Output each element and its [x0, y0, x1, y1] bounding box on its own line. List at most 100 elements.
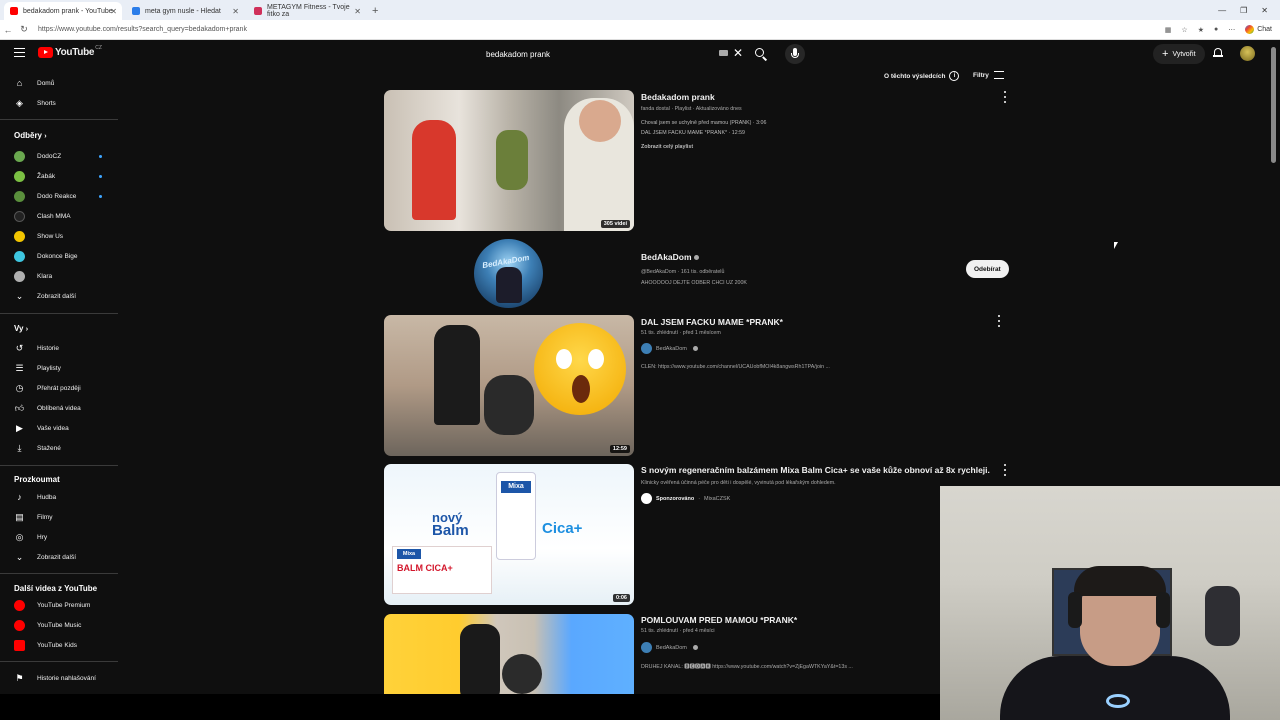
- sidebar-item-report-history[interactable]: ⚑ Historie nahlašování: [14, 668, 110, 688]
- url-field[interactable]: https://www.youtube.com/results?search_q…: [38, 26, 247, 33]
- profile-icon[interactable]: ●: [1214, 26, 1218, 33]
- sidebar-show-more[interactable]: ⌄ Zobrazit další: [14, 286, 110, 306]
- video-title[interactable]: DAL JSEM FACKU MAME *PRANK*: [641, 317, 783, 327]
- page-scrollbar[interactable]: [1271, 47, 1276, 163]
- playlist-thumbnail[interactable]: 305 videí: [384, 90, 634, 231]
- about-results-button[interactable]: O těchto výsledcích i: [884, 71, 960, 81]
- browser-tab-metagym[interactable]: METAGYM Fitness - Tvoje fitko za ✕: [248, 2, 366, 20]
- channel-avatar: [641, 343, 652, 354]
- search-input[interactable]: [478, 49, 708, 59]
- sidebar-sub-zabak[interactable]: Žabák: [14, 166, 110, 186]
- subscribe-button[interactable]: Odebírat: [966, 260, 1009, 278]
- sidebar-item-history[interactable]: ↺ Historie: [14, 338, 110, 358]
- sidebar-sub-dodo-reakce[interactable]: Dodo Reakce: [14, 186, 110, 206]
- sidebar-item-label: Vaše videa: [37, 424, 69, 432]
- sidebar-sub-klara[interactable]: Klara: [14, 266, 110, 286]
- clear-search-icon[interactable]: ✕: [733, 46, 743, 60]
- new-tab-button[interactable]: +: [372, 2, 378, 20]
- filters-button[interactable]: Filtry: [973, 71, 1004, 79]
- close-window-icon[interactable]: ✕: [1261, 6, 1268, 15]
- sidebar-item-music-app[interactable]: YouTube Music: [14, 615, 110, 635]
- bell-base: [1213, 55, 1223, 57]
- sidebar-sub-clash-mma[interactable]: Clash MMA: [14, 206, 110, 226]
- reload-icon[interactable]: ↻: [16, 24, 32, 35]
- tab-title: meta gym nusle - Hledat: [145, 7, 221, 15]
- browser-tab-search[interactable]: meta gym nusle - Hledat ✕: [126, 2, 244, 20]
- video-channel[interactable]: BedAkaDom: [641, 642, 698, 653]
- keyboard-icon[interactable]: [719, 50, 728, 56]
- more-menu-icon[interactable]: ⋯: [1228, 26, 1235, 34]
- you-header[interactable]: Vy ›: [14, 324, 28, 333]
- subscriptions-header[interactable]: Odběry ›: [14, 131, 47, 140]
- sidebar-item-shorts[interactable]: ◈ Shorts: [14, 93, 110, 113]
- video-channel[interactable]: BedAkaDom: [641, 343, 698, 354]
- close-tab-icon[interactable]: ✕: [354, 7, 361, 16]
- sidebar-item-label: Domů: [37, 79, 55, 87]
- verified-icon: [692, 346, 698, 351]
- video-thumbnail[interactable]: 12:59: [384, 315, 634, 456]
- browser-tab-youtube[interactable]: bedakadom prank - YouTube ✕: [4, 2, 122, 20]
- channel-name: DodoCZ: [37, 152, 62, 160]
- microphone-stand: [791, 53, 799, 58]
- copilot-chat-button[interactable]: Chat: [1245, 25, 1272, 34]
- account-avatar[interactable]: [1240, 46, 1255, 61]
- youtube-logo[interactable]: YouTube CZ: [38, 45, 102, 58]
- channel-avatar-large[interactable]: BedAkaDom: [474, 239, 543, 308]
- apps-icon[interactable]: ▦: [1165, 26, 1172, 34]
- menu-icon[interactable]: [14, 48, 25, 57]
- sidebar-item-kids[interactable]: YouTube Kids: [14, 635, 110, 655]
- masthead: YouTube CZ ✕ + Vytvořit: [0, 41, 1280, 67]
- sidebar-sub-show-us[interactable]: Show Us: [14, 226, 110, 246]
- new-content-dot: [99, 194, 102, 198]
- sidebar-item-downloads[interactable]: ⤓ Stažené: [14, 438, 110, 458]
- ad-sponsor[interactable]: Sponzorováno · MixaCZSK: [641, 493, 730, 504]
- sidebar-sub-dodocz[interactable]: DodoCZ: [14, 146, 110, 166]
- sidebar-sub-dokonce-bige[interactable]: Dokonce Bige: [14, 246, 110, 266]
- sidebar-item-your-videos[interactable]: ▶ Vaše videa: [14, 418, 110, 438]
- video-title[interactable]: POMLOUVAM PRED MAMOU *PRANK*: [641, 615, 797, 625]
- ad-text-balm: Balm: [432, 522, 469, 539]
- history-icon: ↺: [15, 342, 24, 353]
- close-tab-icon[interactable]: ✕: [232, 7, 239, 16]
- notifications-bell-icon[interactable]: [1213, 47, 1223, 58]
- close-tab-icon[interactable]: ✕: [110, 7, 117, 16]
- sidebar-item-playlists[interactable]: ☰ Playlisty: [14, 358, 110, 378]
- more-actions-icon[interactable]: [1003, 91, 1007, 103]
- sidebar-item-watch-later[interactable]: ◷ Přehrát později: [14, 378, 110, 398]
- sidebar-item-premium[interactable]: YouTube Premium: [14, 595, 110, 615]
- channel-name: Dodo Reakce: [37, 192, 77, 200]
- ad-box-brand: Mixa: [397, 549, 421, 559]
- sidebar-item-liked[interactable]: 👍︎ Oblíbená videa: [14, 398, 110, 418]
- more-actions-icon[interactable]: [997, 315, 1001, 327]
- sidebar-item-label: Playlisty: [37, 364, 61, 372]
- channel-name: Dokonce Bige: [37, 252, 78, 260]
- search-button[interactable]: [753, 46, 769, 62]
- playlist-video-2[interactable]: DAL JSEM FACKU MAME *PRANK* · 12:59: [641, 130, 745, 136]
- sidebar-item-gaming[interactable]: ◎ Hry: [14, 527, 110, 547]
- sidebar-explore-more[interactable]: ⌄ Zobrazit další: [14, 547, 110, 567]
- sidebar-item-home[interactable]: ⌂ Domů: [14, 73, 110, 93]
- sidebar-item-movies[interactable]: ▤ Filmy: [14, 507, 110, 527]
- show-full-playlist-link[interactable]: Zobrazit celý playlist: [641, 144, 693, 150]
- advertiser-avatar: [641, 493, 652, 504]
- favorite-star-icon[interactable]: ☆: [1181, 26, 1187, 34]
- back-icon[interactable]: ←: [0, 25, 16, 35]
- channel-name[interactable]: BedAkaDom: [641, 252, 699, 262]
- playlist-video-1[interactable]: Choval jsem se uchylně před mamou (PRANK…: [641, 120, 766, 126]
- youtube-music-icon: [14, 619, 25, 631]
- create-button[interactable]: + Vytvořit: [1153, 44, 1205, 64]
- ad-product-box: Mixa BALM CICA+: [392, 546, 492, 594]
- voice-search-button[interactable]: [785, 44, 805, 64]
- channel-name-text: BedAkaDom: [656, 644, 687, 651]
- more-actions-icon[interactable]: [1003, 464, 1007, 476]
- sidebar-item-music[interactable]: ♪ Hudba: [14, 487, 110, 507]
- favorites-icon[interactable]: ★: [1198, 26, 1204, 34]
- video-thumbnail[interactable]: [384, 614, 634, 694]
- ad-thumbnail[interactable]: nový Balm Cica+ Mixa Mixa BALM CICA+ 0:0…: [384, 464, 634, 605]
- ad-title[interactable]: S novým regeneračním balzámem Mixa Balm …: [641, 465, 990, 475]
- playlist-title[interactable]: Bedakadom prank: [641, 92, 715, 102]
- divider: [0, 313, 118, 314]
- maximize-icon[interactable]: ❐: [1240, 6, 1247, 15]
- thumb-figure-woman: [502, 654, 542, 694]
- minimize-icon[interactable]: —: [1218, 6, 1226, 15]
